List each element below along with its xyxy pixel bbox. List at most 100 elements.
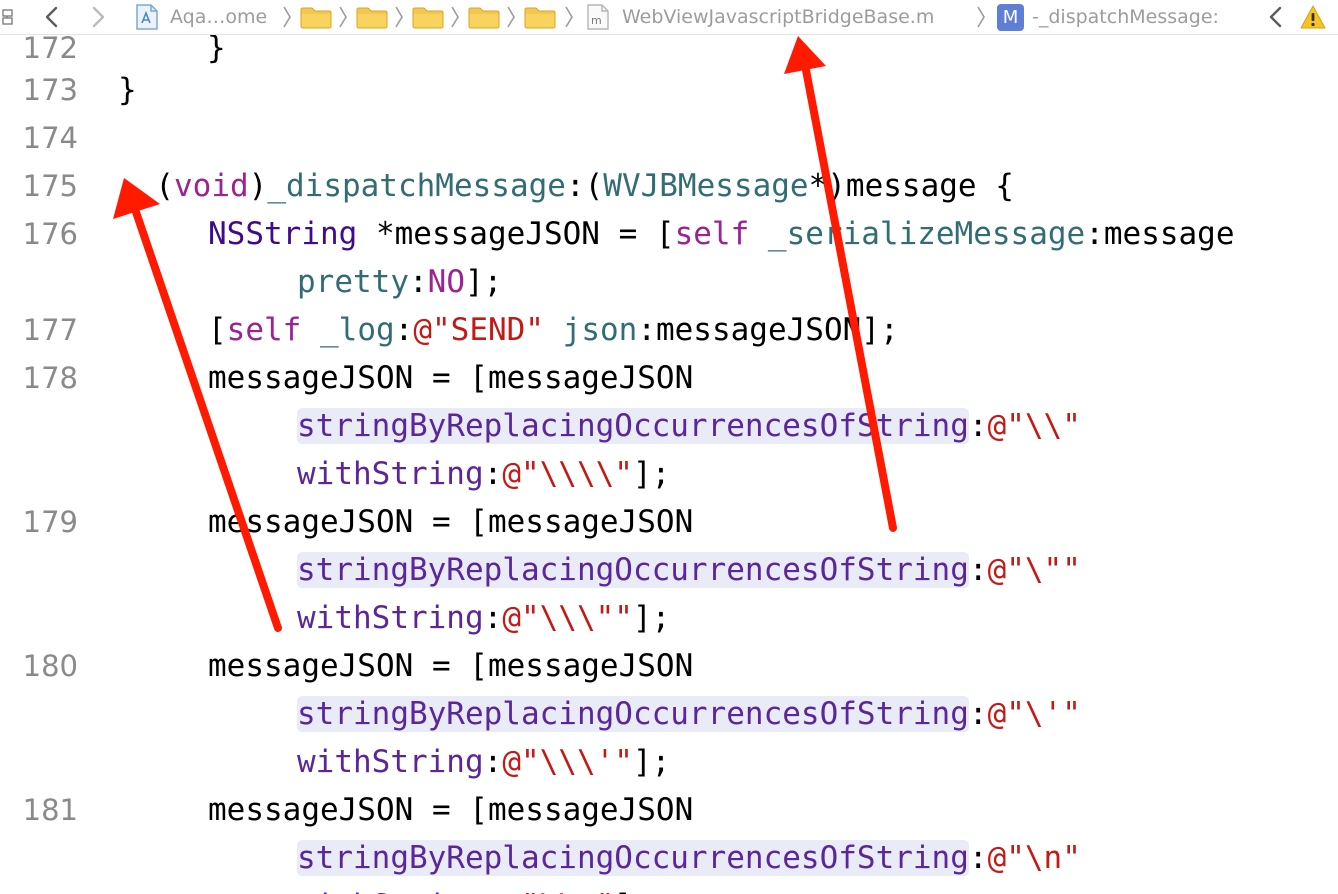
code-token: : — [484, 888, 503, 894]
code-text[interactable]: messageJSON = [messageJSON — [208, 354, 693, 402]
breadcrumb-project-label: Aqa…ome — [170, 6, 268, 28]
breadcrumb-method[interactable]: -_dispatchMessage: — [1032, 0, 1219, 34]
code-token: NO — [427, 264, 465, 300]
code-token: stringByReplacingOccurrencesOfString — [297, 840, 969, 876]
code-token: @"\\n" — [502, 888, 614, 894]
code-token: *)message { — [808, 168, 1014, 204]
forward-button[interactable] — [88, 0, 108, 34]
code-text[interactable]: - (void)_dispatchMessage:(WVJBMessage*)m… — [118, 162, 1014, 210]
code-token: } — [118, 72, 137, 108]
code-token: self — [674, 216, 750, 252]
project-icon — [134, 0, 160, 34]
code-token: ]; — [464, 264, 503, 300]
code-token: NSString — [208, 216, 358, 252]
line-number[interactable]: 175 — [0, 162, 78, 210]
code-text[interactable]: messageJSON = [messageJSON — [208, 642, 693, 690]
line-number[interactable]: 180 — [0, 642, 78, 690]
code-token: } — [207, 30, 226, 66]
line-number[interactable]: 178 — [0, 354, 78, 402]
code-token: stringByReplacingOccurrencesOfString — [297, 696, 969, 732]
code-token: pretty — [297, 264, 409, 300]
code-token: void — [174, 168, 249, 204]
code-token: withString — [297, 456, 484, 492]
source-file-icon: m — [585, 0, 611, 34]
folder-icon[interactable] — [468, 7, 500, 29]
line-number[interactable]: 173 — [0, 66, 78, 114]
code-token: *messageJSON = [ — [357, 216, 675, 252]
line-number[interactable]: 176 — [0, 210, 78, 258]
code-text[interactable]: stringByReplacingOccurrencesOfString:@"\… — [297, 546, 1081, 594]
chevron-right-icon — [564, 0, 574, 34]
code-token: ]; — [632, 600, 671, 636]
code-token: : — [968, 552, 988, 588]
line-number[interactable]: 181 — [0, 786, 78, 834]
code-token: @"\\\'" — [502, 744, 633, 780]
code-token: : — [483, 600, 503, 636]
code-token: : — [483, 744, 503, 780]
code-token: @"\\\"" — [502, 600, 633, 636]
code-text[interactable]: messageJSON = [messageJSON — [208, 498, 693, 546]
code-token: :( — [565, 168, 604, 204]
chevron-left-icon — [45, 6, 58, 28]
code-text[interactable]: stringByReplacingOccurrencesOfString:@"\… — [297, 834, 1081, 882]
chevron-right-icon — [506, 0, 516, 34]
breadcrumb-file[interactable]: WebViewJavascriptBridgeBase.m — [622, 0, 934, 34]
code-token: messageJSON = [messageJSON — [208, 648, 694, 684]
code-token: _serializeMessage — [767, 216, 1086, 252]
line-number[interactable]: 174 — [0, 114, 78, 162]
code-token: [ — [208, 312, 227, 348]
code-token: ) — [248, 168, 268, 204]
code-token: withString — [297, 600, 484, 636]
code-token: @"\"" — [987, 552, 1081, 588]
code-token: @"\\\\" — [502, 456, 633, 492]
code-token: stringByReplacingOccurrencesOfString — [297, 408, 969, 444]
code-token: self — [226, 312, 302, 348]
code-text[interactable]: withString:@"\\\\"]; — [297, 450, 670, 498]
breadcrumb-project[interactable]: Aqa…ome — [170, 0, 267, 34]
method-icon: M — [997, 0, 1024, 34]
code-token: ]; — [614, 888, 651, 894]
folder-icon[interactable] — [300, 7, 332, 29]
previous-issue-button[interactable] — [1266, 0, 1286, 34]
back-button[interactable] — [42, 0, 62, 34]
code-text[interactable]: stringByReplacingOccurrencesOfString:@"\… — [297, 402, 1081, 450]
code-text[interactable]: stringByReplacingOccurrencesOfString:@"\… — [297, 690, 1081, 738]
code-token: @"\n" — [987, 840, 1081, 876]
code-token: :message — [1085, 216, 1235, 252]
code-text[interactable]: withString:@"\\n"]; — [297, 882, 652, 894]
code-text[interactable]: NSString *messageJSON = [self _serialize… — [208, 210, 1235, 258]
code-token: messageJSON = [messageJSON — [208, 792, 694, 828]
code-text[interactable]: [self _log:@"SEND" json:messageJSON]; — [208, 306, 899, 354]
chevron-right-icon — [450, 0, 460, 34]
source-editor[interactable]: 172} 173} 174 175- (void)_dispatchMessage:(… — [0, 0, 1338, 894]
code-token: @"SEND" — [413, 312, 544, 348]
code-token: withString — [297, 744, 484, 780]
code-token: - ( — [118, 168, 174, 204]
code-token: messageJSON = [messageJSON — [208, 504, 694, 540]
code-text[interactable]: } — [118, 66, 137, 114]
code-text[interactable]: withString:@"\\\'"]; — [297, 738, 670, 786]
code-token: :messageJSON]; — [637, 312, 899, 348]
code-token: stringByReplacingOccurrencesOfString — [297, 552, 969, 588]
folder-icon[interactable] — [412, 7, 444, 29]
line-number[interactable]: 179 — [0, 498, 78, 546]
code-token: withString — [297, 888, 484, 894]
code-token: @"\\" — [987, 408, 1081, 444]
line-number[interactable]: 177 — [0, 306, 78, 354]
warning-icon[interactable] — [1299, 0, 1327, 34]
chevron-left-icon — [1269, 6, 1282, 28]
breadcrumb-method-label: -_dispatchMessage: — [1032, 6, 1219, 28]
code-token: : — [408, 264, 428, 300]
code-token: : — [394, 312, 414, 348]
folder-icon[interactable] — [356, 7, 388, 29]
folder-icon[interactable] — [524, 7, 556, 29]
related-items-icon[interactable] — [2, 0, 14, 34]
code-text[interactable]: withString:@"\\\""]; — [297, 594, 670, 642]
code-token: WVJBMessage — [603, 168, 809, 204]
code-text[interactable]: messageJSON = [messageJSON — [208, 786, 693, 834]
chevron-right-icon — [338, 0, 348, 34]
code-text[interactable]: pretty:NO]; — [297, 258, 502, 306]
